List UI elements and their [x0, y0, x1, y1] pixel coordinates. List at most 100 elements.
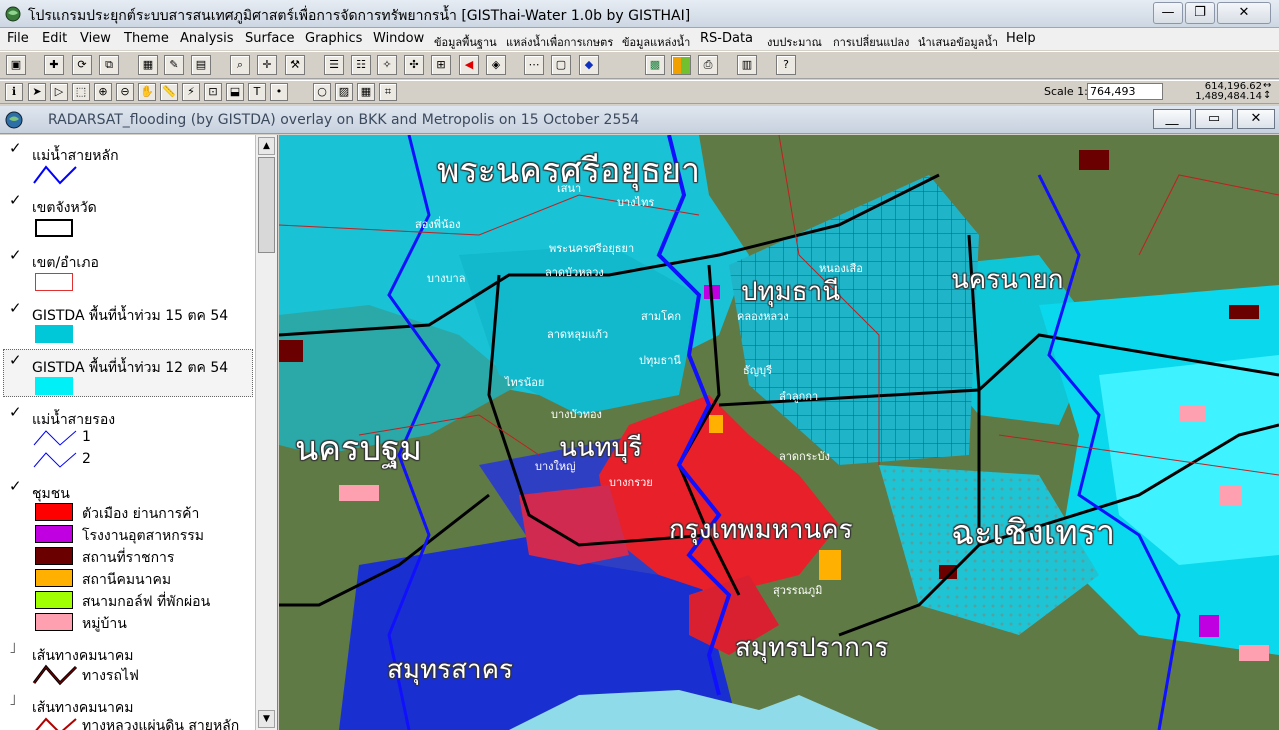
vertical-arrows-icon: ↕ [1263, 90, 1272, 101]
magic-icon[interactable]: ✧ [377, 55, 397, 75]
layers-icon[interactable]: ▩ [645, 55, 665, 75]
image-icon[interactable]: ▨ [335, 83, 353, 101]
refresh-icon[interactable]: ⟳ [72, 55, 92, 75]
zoom-extent-icon[interactable]: ✣ [404, 55, 424, 75]
legend-scrollbar[interactable]: ▲ ▼ [255, 135, 277, 730]
community-swatch-commercial [35, 503, 73, 521]
community-label: โรงงานอุตสาหกรรม [82, 528, 205, 544]
help-pointer-icon[interactable]: ? [776, 55, 796, 75]
checkbox-checked-icon[interactable]: ✓ [9, 299, 22, 317]
close-button[interactable]: ✕ [1217, 2, 1271, 24]
menu-budget[interactable]: งบประมาณ [767, 33, 822, 51]
scale-input[interactable] [1087, 83, 1163, 100]
checkbox-checked-icon[interactable]: ✓ [9, 139, 22, 157]
checkbox-checked-icon[interactable]: ✓ [9, 246, 22, 264]
district-label: บางไทร [617, 196, 655, 209]
print-icon[interactable]: ⎙ [698, 55, 718, 75]
menu-present-water[interactable]: นำเสนอข้อมูลน้ำ [918, 33, 998, 51]
scroll-down-icon[interactable]: ▼ [258, 710, 275, 728]
copy-icon[interactable]: ⧉ [99, 55, 119, 75]
minimize-button[interactable]: — [1153, 2, 1183, 24]
select-box-icon[interactable]: ⬚ [72, 83, 90, 101]
district-label: บางกรวย [609, 476, 653, 489]
window-titlebar: โปรแกรมประยุกต์ระบบสารสนเทศภูมิศาสตร์เพื… [0, 0, 1279, 28]
secondary-river-class-2: 2 [82, 451, 91, 467]
menu-edit[interactable]: Edit [42, 31, 67, 46]
snap-icon[interactable]: ⌗ [379, 83, 397, 101]
main-toolbar: ▣ ✚ ⟳ ⧉ ▦ ✎ ▤ ⌕ ✛ ⚒ ☰ ☷ ✧ ✣ ⊞ ◀ ◈ ⋯ ▢ ◆ … [0, 51, 1279, 79]
checkbox-checked-icon[interactable]: ✓ [9, 191, 22, 209]
zoom-selected-icon[interactable]: ⊞ [431, 55, 451, 75]
find-icon[interactable]: ⌕ [230, 55, 250, 75]
pointer-icon[interactable]: ➤ [28, 83, 46, 101]
district-label: สามโคก [641, 310, 682, 323]
checkbox-unchecked-icon[interactable]: ˩ [9, 691, 16, 709]
menu-surface[interactable]: Surface [245, 31, 295, 46]
menu-agri-water[interactable]: แหล่งน้ำเพื่อการเกษตร [506, 33, 613, 51]
district-label: บางใหญ่ [535, 460, 576, 473]
hotlink-icon[interactable]: ⚡ [182, 83, 200, 101]
select-grid-icon[interactable]: ⋯ [524, 55, 544, 75]
color-icon[interactable] [671, 55, 691, 75]
locate-icon[interactable]: ✛ [257, 55, 277, 75]
pan-hand-icon[interactable]: ✋ [138, 83, 156, 101]
table-icon[interactable]: ▦ [138, 55, 158, 75]
checkbox-checked-icon[interactable]: ✓ [9, 477, 22, 495]
view-close-button[interactable]: ✕ [1237, 109, 1275, 129]
query-icon[interactable]: ☰ [324, 55, 344, 75]
hammer-icon[interactable]: ⚒ [285, 55, 305, 75]
menu-basic-data[interactable]: ข้อมูลพื้นฐาน [434, 33, 497, 51]
menu-file[interactable]: File [7, 31, 29, 46]
measure-icon[interactable]: 📏 [160, 83, 178, 101]
menu-view[interactable]: View [80, 31, 111, 46]
grid-icon[interactable]: ▤ [191, 55, 211, 75]
info-icon[interactable]: ℹ [5, 83, 23, 101]
restore-button[interactable]: ❐ [1185, 2, 1215, 24]
view-restore-button[interactable]: ▭ [1195, 109, 1233, 129]
save-icon[interactable]: ▣ [6, 55, 26, 75]
menu-theme[interactable]: Theme [124, 31, 169, 46]
district-label: ลำลูกกา [779, 390, 819, 403]
query-build-icon[interactable]: ☷ [351, 55, 371, 75]
menu-water-sources[interactable]: ข้อมูลแหล่งน้ำ [622, 33, 690, 51]
district-label: พระนครศรีอยุธยา [549, 242, 635, 255]
view-minimize-button[interactable]: __ [1153, 109, 1191, 129]
callout-icon[interactable]: ⬓ [226, 83, 244, 101]
menu-rs-data[interactable]: RS-Data [700, 31, 753, 46]
back-arrow-icon[interactable]: ◀ [459, 55, 479, 75]
frame-icon[interactable]: ▢ [551, 55, 571, 75]
map-canvas[interactable]: พระนครศรีอยุธยา ปทุมธานี นครนายก นครปฐม … [279, 135, 1279, 730]
point-icon[interactable]: • [270, 83, 288, 101]
district-label: หนองเสือ [819, 262, 863, 275]
edit-tool-icon[interactable]: ✎ [164, 55, 184, 75]
scroll-up-icon[interactable]: ▲ [258, 137, 275, 155]
pan-arrows-icon[interactable]: ◈ [486, 55, 506, 75]
province-label-chachoengsao: ฉะเชิงเทรา [951, 513, 1116, 553]
menu-analysis[interactable]: Analysis [180, 31, 234, 46]
label-icon[interactable]: ⊡ [204, 83, 222, 101]
province-label-nakhon-nayok: นครนายก [951, 265, 1064, 295]
menu-change[interactable]: การเปลี่ยนแปลง [833, 33, 909, 51]
legend-panel: ✓ แม่น้ำสายหลัก ✓ เขตจังหวัด ✓ เขต/อำเภอ… [0, 135, 278, 730]
menu-graphics[interactable]: Graphics [305, 31, 362, 46]
checkbox-checked-icon[interactable]: ✓ [9, 403, 22, 421]
flood-15oct-swatch [35, 325, 73, 343]
checkbox-checked-icon[interactable]: ✓ [9, 351, 22, 369]
scale-label: Scale 1: [1044, 85, 1088, 98]
zoom-out-icon[interactable]: ⊖ [116, 83, 134, 101]
text-icon[interactable]: T [248, 83, 266, 101]
diamond-icon[interactable]: ◆ [579, 55, 599, 75]
checkbox-unchecked-icon[interactable]: ˩ [9, 639, 16, 657]
legend-icon[interactable]: ▥ [737, 55, 757, 75]
add-theme-icon[interactable]: ✚ [44, 55, 64, 75]
community-label: สนามกอล์ฟ ที่พักผ่อน [82, 594, 211, 610]
menu-help[interactable]: Help [1006, 31, 1036, 46]
menu-window[interactable]: Window [373, 31, 424, 46]
community-label: ตัวเมือง ย่านการค้า [82, 506, 200, 522]
circle-draw-icon[interactable]: ○ [313, 83, 331, 101]
scroll-thumb[interactable] [258, 157, 275, 253]
menu-bar: File Edit View Theme Analysis Surface Gr… [0, 28, 1279, 50]
zoom-in-icon[interactable]: ⊕ [94, 83, 112, 101]
vertex-pointer-icon[interactable]: ▷ [50, 83, 68, 101]
palette-icon[interactable]: ▦ [357, 83, 375, 101]
